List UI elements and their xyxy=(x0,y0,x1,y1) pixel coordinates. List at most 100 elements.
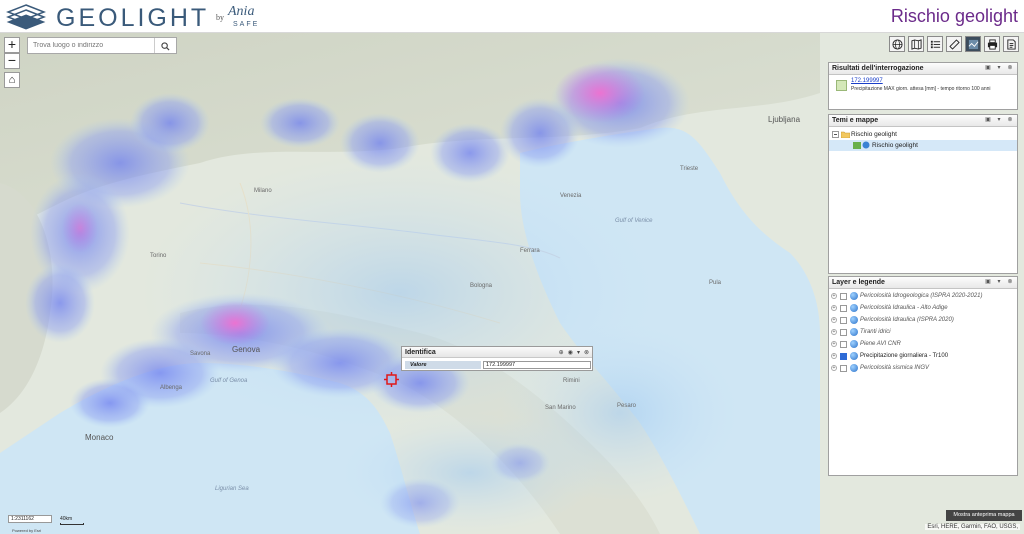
layer-checkbox[interactable] xyxy=(840,317,847,324)
expand-icon[interactable]: + xyxy=(831,293,837,299)
map-label-bologna: Bologna xyxy=(470,283,493,289)
layer-row[interactable]: + Pericolosità Idraulica - Alto Adige xyxy=(829,303,1017,314)
results-panel: Risultati dell'interrogazione ▣ ▾ ⊗ 172.… xyxy=(828,62,1018,110)
expand-icon[interactable]: + xyxy=(831,365,837,371)
theme-group-row[interactable]: Rischio geolight xyxy=(829,129,1017,140)
report-icon xyxy=(1006,38,1016,50)
layer-row[interactable]: + Pericolosità Idraulica (ISPRA 2020) xyxy=(829,315,1017,326)
zoom-in-button[interactable]: + xyxy=(4,37,20,53)
identify-popup-header: Identifica ⊕ ◉ ▾ ⊗ xyxy=(402,347,592,358)
globe-icon xyxy=(850,316,858,324)
map-label-pesaro: Pesaro xyxy=(617,403,637,409)
scale-line xyxy=(60,523,84,525)
search-input[interactable] xyxy=(28,38,153,53)
expand-icon[interactable]: + xyxy=(831,353,837,359)
layers-panel: Layer e legende ▣ ▾ ⊗ + Pericolosità Idro… xyxy=(828,276,1018,476)
layer-label: Tiranti idrici xyxy=(860,329,891,335)
themes-panel-title: Temi e mappe xyxy=(832,117,879,124)
identify-attribute-key: Valore xyxy=(405,361,481,369)
layer-checkbox[interactable] xyxy=(840,329,847,336)
show-overview-map-button[interactable]: Mostra anteprima mappa xyxy=(946,510,1022,521)
logo-brand-sub: SAFE xyxy=(233,21,260,28)
map-label-albenga: Albenga xyxy=(160,385,183,391)
folder-icon xyxy=(841,131,850,138)
map-label-gulf-of-genoa: Gulf of Genoa xyxy=(210,378,248,384)
map-book-button[interactable] xyxy=(908,36,924,52)
expand-icon[interactable]: + xyxy=(831,317,837,323)
panel-options-icon[interactable]: ▣ xyxy=(984,117,992,124)
result-value-link[interactable]: 172.199997 xyxy=(851,78,883,84)
layer-row[interactable]: + Pericolosità Idrogeologica (ISPRA 2020-… xyxy=(829,291,1017,302)
logo-by: by xyxy=(216,13,224,22)
theme-layer-row[interactable]: Rischio geolight xyxy=(829,140,1017,151)
layer-label: Pericolosità Idrogeologica (ISPRA 2020-2… xyxy=(860,293,983,299)
layer-label: Piene AVI CNR xyxy=(860,341,901,347)
basemap-icon xyxy=(968,39,978,49)
panel-options-icon[interactable]: ▣ xyxy=(984,65,992,72)
expand-icon[interactable]: + xyxy=(831,329,837,335)
layer-row[interactable]: + Piene AVI CNR xyxy=(829,339,1017,350)
expand-icon[interactable]: + xyxy=(831,341,837,347)
collapse-icon[interactable] xyxy=(832,131,839,138)
globe-icon xyxy=(850,304,858,312)
map-label-genova: Genova xyxy=(232,345,261,354)
themes-panel-header: Temi e mappe ▣ ▾ ⊗ xyxy=(829,115,1017,127)
panel-close-icon[interactable]: ⊗ xyxy=(1006,65,1014,72)
powered-by: Powered by Esri xyxy=(12,528,42,533)
print-icon xyxy=(987,38,997,50)
scale-ratio: 1:2311162 xyxy=(8,515,52,523)
search-box xyxy=(27,37,177,54)
layer-label: Pericolosità sismica INGV xyxy=(860,365,930,371)
map-label-torino: Torino xyxy=(150,253,167,259)
layer-select-icon[interactable]: ◉ xyxy=(568,349,573,356)
panel-menu-icon[interactable]: ▾ xyxy=(995,117,1003,124)
themes-panel: Temi e mappe ▣ ▾ ⊗ Rischio geolight Risc… xyxy=(828,114,1018,274)
panel-close-icon[interactable]: ⊗ xyxy=(1006,279,1014,286)
globe-icon xyxy=(891,38,903,50)
layer-checkbox[interactable] xyxy=(840,353,847,360)
basemap-gallery-button[interactable] xyxy=(889,36,905,52)
layer-row[interactable]: + Precipitazione giornaliera - Tr100 xyxy=(829,351,1017,362)
layer-checkbox[interactable] xyxy=(840,341,847,348)
legend-button[interactable] xyxy=(927,36,943,52)
basemap-button[interactable] xyxy=(965,36,981,52)
map-label-ferrara: Ferrara xyxy=(520,248,540,254)
layer-checkbox[interactable] xyxy=(840,365,847,372)
map-label-ligurian-sea: Ligurian Sea xyxy=(215,486,249,492)
zoom-to-icon[interactable]: ⊕ xyxy=(559,349,564,356)
zoom-out-button[interactable]: − xyxy=(4,53,20,69)
home-button[interactable]: ⌂ xyxy=(4,72,20,88)
layer-checkbox[interactable] xyxy=(840,293,847,300)
map-label-pula: Pula xyxy=(709,280,722,286)
close-icon[interactable]: ⊗ xyxy=(584,349,589,356)
measure-button[interactable] xyxy=(946,36,962,52)
layer-label: Precipitazione giornaliera - Tr100 xyxy=(860,353,949,359)
map-book-icon xyxy=(910,38,922,50)
map-label-venezia: Venezia xyxy=(560,193,582,199)
expand-icon[interactable]: + xyxy=(831,305,837,311)
print-button[interactable] xyxy=(984,36,1000,52)
layer-row[interactable]: + Tiranti idrici xyxy=(829,327,1017,338)
layers-panel-header: Layer e legende ▣ ▾ ⊗ xyxy=(829,277,1017,289)
result-description: Precipitazione MAX giorn. attesa [mm] - … xyxy=(851,86,991,92)
panel-menu-icon[interactable]: ▾ xyxy=(995,279,1003,286)
panel-options-icon[interactable]: ▣ xyxy=(984,279,992,286)
map-label-savona: Savona xyxy=(190,351,211,357)
geolight-logo-icon xyxy=(6,4,46,30)
panel-close-icon[interactable]: ⊗ xyxy=(1006,117,1014,124)
panel-menu-icon[interactable]: ▾ xyxy=(995,65,1003,72)
app-root: GEOLIGHT by Ania SAFE Rischio geolight L… xyxy=(0,0,1024,534)
scale-distance: 40km xyxy=(60,516,73,522)
report-button[interactable] xyxy=(1003,36,1019,52)
identify-attribute-value: 172.199997 xyxy=(483,361,591,369)
layers-panel-title: Layer e legende xyxy=(832,279,885,286)
globe-icon xyxy=(862,141,870,149)
legend-list-icon xyxy=(930,40,940,48)
layer-checkbox[interactable] xyxy=(840,305,847,312)
search-button[interactable] xyxy=(154,38,176,53)
map-attribution: Esri, HERE, Garmin, FAO, USGS, xyxy=(925,524,1020,530)
identify-popup: Identifica ⊕ ◉ ▾ ⊗ Valore 172.199997 xyxy=(401,346,593,371)
layer-row[interactable]: + Pericolosità sismica INGV xyxy=(829,363,1017,374)
dropdown-icon[interactable]: ▾ xyxy=(577,349,580,356)
globe-icon xyxy=(850,352,858,360)
